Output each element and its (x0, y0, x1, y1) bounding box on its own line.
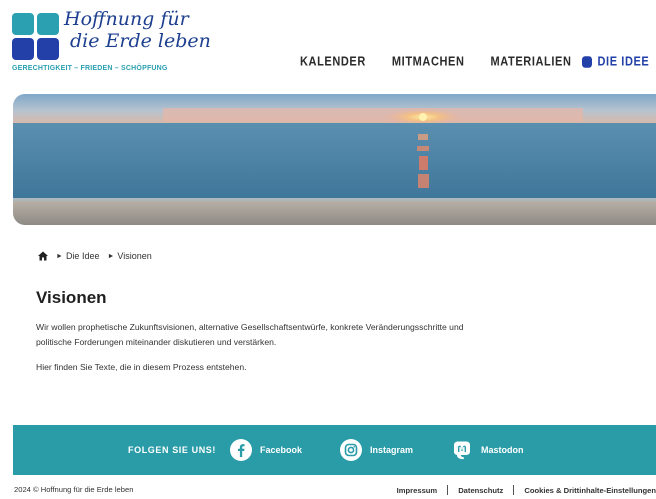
breadcrumb-item-die-idee[interactable]: Die Idee (66, 251, 100, 261)
facebook-icon (230, 439, 252, 461)
divider (447, 485, 449, 495)
site-header: Hoffnung für die Erde leben GERECHTIGKEI… (0, 0, 656, 86)
breadcrumb: ► Die Idee ► Visionen (38, 251, 160, 261)
site-logo[interactable]: Hoffnung für die Erde leben GERECHTIGKEI… (12, 8, 211, 76)
nav-item-mitmachen[interactable]: MITMACHEN (392, 55, 465, 69)
divider (513, 485, 515, 495)
legal-links: Impressum Datenschutz Cookies & Drittinh… (397, 485, 656, 495)
home-icon[interactable] (38, 251, 48, 261)
datenschutz-link[interactable]: Datenschutz (458, 486, 503, 495)
nav-item-materialien[interactable]: MATERIALIEN (491, 55, 572, 69)
active-bullet-icon (581, 56, 592, 68)
logo-line-1: Hoffnung für (64, 8, 189, 30)
cookie-settings-link[interactable]: Cookies & Drittinhalte-Einstellungen (524, 486, 656, 495)
breadcrumb-arrow-icon: ► (107, 252, 115, 260)
logo-tagline: GERECHTIGKEIT – FRIEDEN – SCHÖPFUNG (12, 65, 168, 72)
intro-paragraph-line-2: politische Forderungen miteinander disku… (36, 337, 277, 347)
instagram-label: Instagram (370, 445, 414, 455)
breadcrumb-item-visionen: Visionen (117, 251, 152, 261)
instagram-link[interactable]: Instagram (340, 439, 413, 461)
logo-square-3 (12, 38, 34, 60)
hero-banner (13, 94, 656, 225)
breadcrumb-arrow-icon: ► (56, 252, 63, 260)
secondary-paragraph: Hier finden Sie Texte, die in diesem Pro… (36, 362, 247, 372)
nav-item-kalender[interactable]: KALENDER (300, 55, 366, 69)
impressum-link[interactable]: Impressum (397, 486, 438, 495)
logo-square-2 (37, 13, 59, 35)
logo-mark (12, 13, 60, 61)
logo-square-4 (37, 38, 59, 60)
copyright-text: 2024 © Hoffnung für die Erde leben (14, 485, 134, 494)
logo-wordmark: Hoffnung für die Erde leben (64, 8, 211, 52)
facebook-link[interactable]: Facebook (230, 439, 302, 461)
facebook-label: Facebook (260, 445, 303, 455)
page-title: Visionen (36, 288, 107, 307)
mastodon-link[interactable]: Mastodon (451, 439, 524, 461)
sunset-sea-image (13, 94, 656, 225)
main-navigation: KALENDER MITMACHEN MATERIALIEN DIE IDEE (300, 54, 649, 70)
intro-paragraph-line-1: Wir wollen prophetische Zukunftsvisionen… (36, 322, 464, 332)
instagram-icon (340, 439, 362, 461)
nav-item-die-idee-label: DIE IDEE (597, 55, 650, 69)
follow-label: FOLGEN SIE UNS! (128, 445, 217, 455)
social-follow-bar: FOLGEN SIE UNS! Facebook Instagram Masto… (13, 425, 656, 475)
intro-paragraph: Wir wollen prophetische Zukunftsvisionen… (36, 320, 626, 350)
nav-item-die-idee[interactable]: DIE IDEE (581, 55, 650, 69)
mastodon-icon (454, 441, 470, 460)
logo-square-1 (12, 13, 34, 35)
logo-line-2: die Erde leben (70, 30, 211, 52)
mastodon-label: Mastodon (481, 445, 524, 455)
